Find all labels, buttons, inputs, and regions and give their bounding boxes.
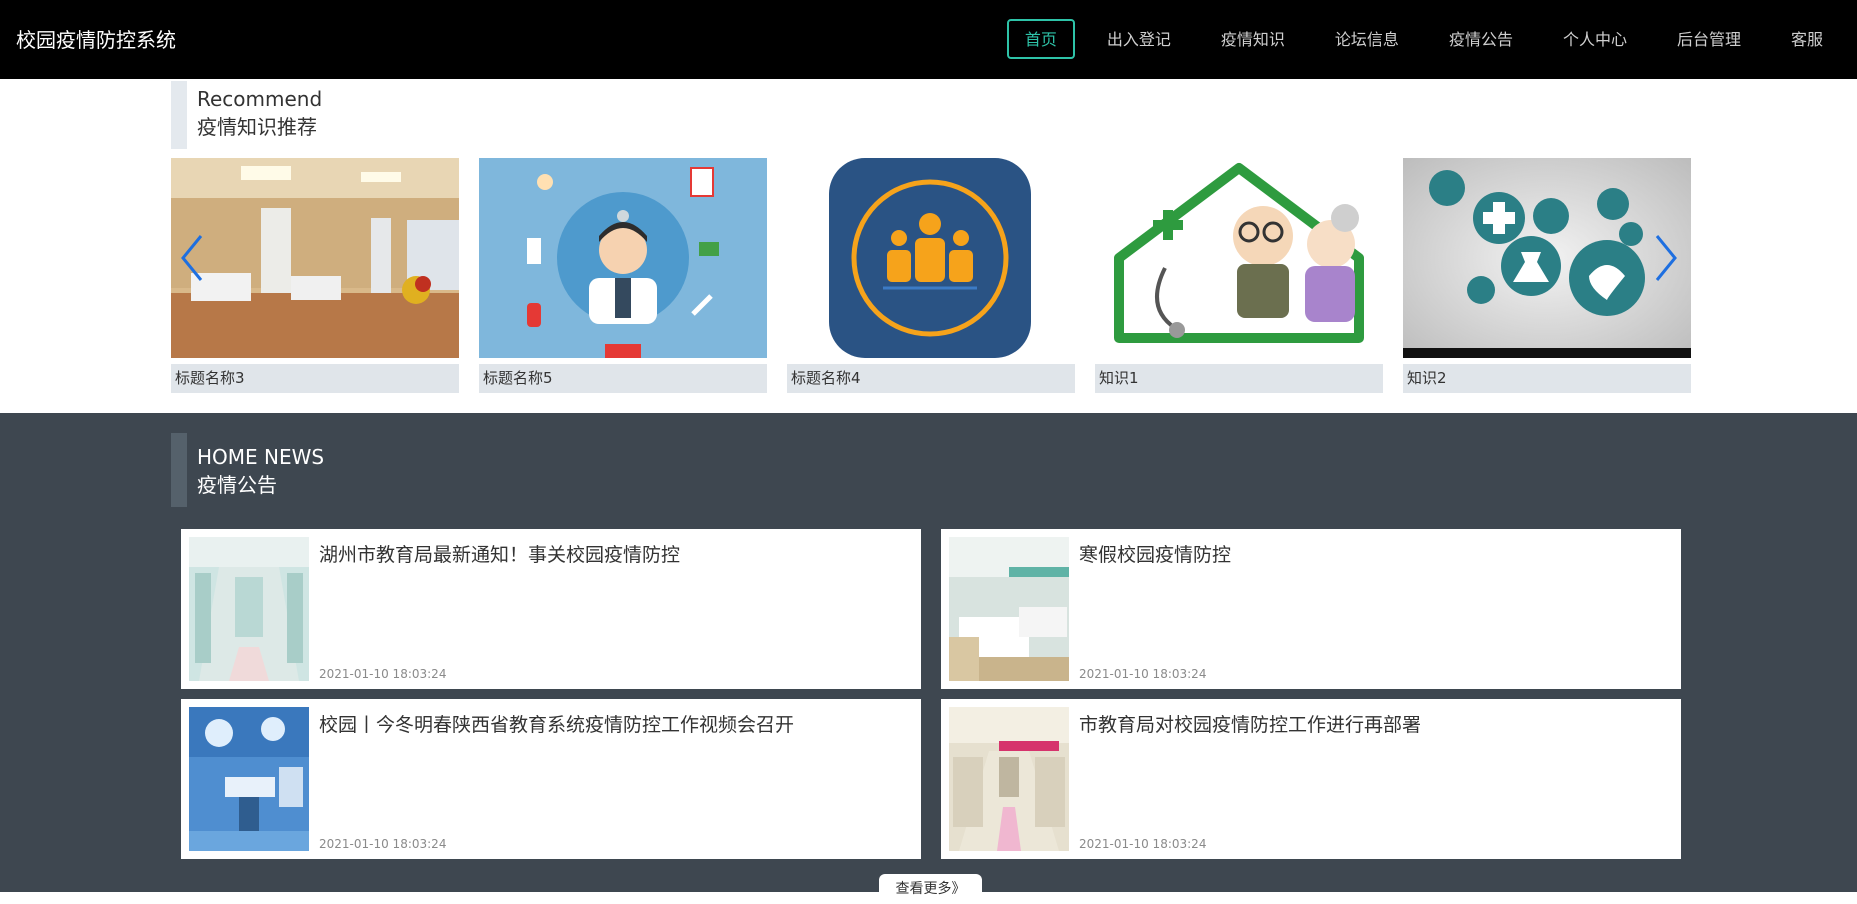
elderly-health-illustration[interactable] [1095, 158, 1383, 358]
recommend-section: Recommend 疫情知识推荐 标题名称3 标题名称5 标题名称4 知识1 知… [0, 79, 1857, 413]
app-title[interactable]: 校园疫情防控系统 [16, 24, 176, 53]
recommend-card[interactable]: 知识1 [1095, 158, 1383, 396]
card-caption: 标题名称4 [787, 364, 1075, 393]
nav-item-announcements[interactable]: 疫情公告 [1431, 19, 1531, 59]
nav-item-forum[interactable]: 论坛信息 [1317, 19, 1417, 59]
recommend-title-zh: 疫情知识推荐 [197, 115, 317, 139]
doctor-illustration[interactable] [479, 158, 767, 358]
medical-team-icon[interactable] [787, 158, 1075, 358]
news-item[interactable]: 市教育局对校园疫情防控工作进行再部署 2021-01-10 18:03:24 [941, 699, 1681, 859]
recommend-card[interactable]: 知识2 [1403, 158, 1691, 396]
card-caption: 标题名称5 [479, 364, 767, 393]
top-navbar: 校园疫情防控系统 首页 出入登记 疫情知识 论坛信息 疫情公告 个人中心 后台管… [0, 0, 1857, 79]
medical-icons-collage[interactable] [1403, 158, 1691, 358]
news-title[interactable]: 市教育局对校园疫情防控工作进行再部署 [1079, 711, 1667, 739]
chevron-right-icon [1655, 235, 1677, 281]
nav-item-epidemic-knowledge[interactable]: 疫情知识 [1203, 19, 1303, 59]
recommend-header: Recommend 疫情知识推荐 [171, 81, 771, 149]
news-time: 2021-01-10 18:03:24 [319, 837, 447, 851]
news-item[interactable]: 寒假校园疫情防控 2021-01-10 18:03:24 [941, 529, 1681, 689]
carousel-prev-button[interactable] [177, 228, 207, 288]
news-section: HOME NEWS 疫情公告 湖州市教育局最新通知！事关校园疫情防控 2021-… [0, 413, 1857, 904]
carousel-next-button[interactable] [1651, 228, 1681, 288]
chevron-left-icon [181, 235, 203, 281]
news-time: 2021-01-10 18:03:24 [1079, 837, 1207, 851]
hospital-ward-photo[interactable] [171, 158, 459, 358]
card-caption: 标题名称3 [171, 364, 459, 393]
news-title[interactable]: 湖州市教育局最新通知！事关校园疫情防控 [319, 541, 907, 569]
recommend-card[interactable]: 标题名称3 [171, 158, 459, 396]
news-time: 2021-01-10 18:03:24 [1079, 667, 1207, 681]
nav-item-entry-registration[interactable]: 出入登记 [1089, 19, 1189, 59]
nav-item-admin[interactable]: 后台管理 [1659, 19, 1759, 59]
news-title-en: HOME NEWS [197, 445, 325, 469]
nav-item-home[interactable]: 首页 [1006, 19, 1075, 59]
news-time: 2021-01-10 18:03:24 [319, 667, 447, 681]
news-title[interactable]: 校园丨今冬明春陕西省教育系统疫情防控工作视频会召开 [319, 711, 907, 739]
operating-room-photo [189, 707, 309, 851]
news-title-zh: 疫情公告 [197, 473, 277, 497]
nav-item-personal-center[interactable]: 个人中心 [1545, 19, 1645, 59]
recommend-card[interactable]: 标题名称4 [787, 158, 1075, 396]
recommend-card[interactable]: 标题名称5 [479, 158, 767, 396]
recommend-title-en: Recommend [197, 87, 323, 111]
hospital-hallway-photo [949, 707, 1069, 851]
hospital-beds-photo [949, 537, 1069, 681]
nav-item-customer-service[interactable]: 客服 [1773, 19, 1841, 59]
view-more-button[interactable]: 查看更多》 [879, 874, 982, 904]
nav-menu: 首页 出入登记 疫情知识 论坛信息 疫情公告 个人中心 后台管理 客服 [993, 19, 1841, 59]
news-item[interactable]: 校园丨今冬明春陕西省教育系统疫情防控工作视频会召开 2021-01-10 18:… [181, 699, 921, 859]
news-item[interactable]: 湖州市教育局最新通知！事关校园疫情防控 2021-01-10 18:03:24 [181, 529, 921, 689]
recommend-carousel: 标题名称3 标题名称5 标题名称4 知识1 知识2 [171, 158, 1691, 396]
news-header: HOME NEWS 疫情公告 [171, 433, 771, 507]
hospital-corridor-photo [189, 537, 309, 681]
card-caption: 知识2 [1403, 364, 1691, 393]
news-title[interactable]: 寒假校园疫情防控 [1079, 541, 1667, 569]
card-caption: 知识1 [1095, 364, 1383, 393]
